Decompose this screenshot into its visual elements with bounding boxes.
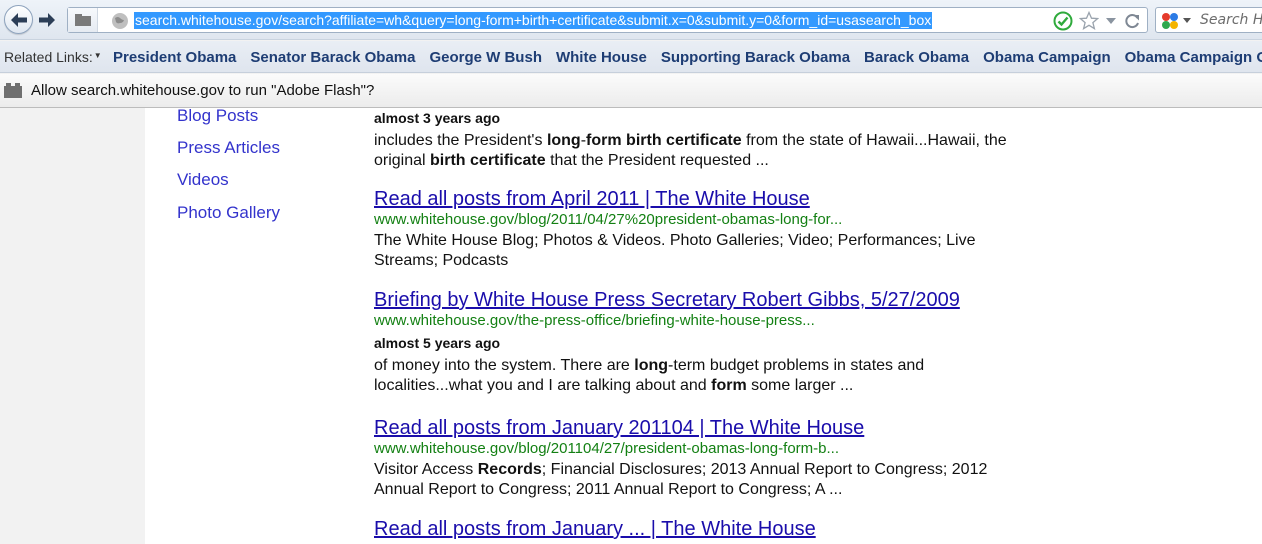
reload-icon[interactable] [1123, 11, 1141, 31]
result-snippet: The White House Blog; Photos & Videos. P… [374, 232, 976, 269]
sidebar-item-press-articles[interactable]: Press Articles [177, 138, 280, 158]
related-link-obama-campaign[interactable]: Obama Campaign [983, 49, 1111, 66]
star-icon[interactable] [1079, 11, 1099, 31]
snippet-keyword: form [586, 132, 622, 149]
result-snippet: includes the President's long-form birth… [374, 132, 1007, 169]
search-placeholder[interactable]: Search He [1200, 12, 1262, 28]
result-url[interactable]: www.whitehouse.gov/blog/201104/27/presid… [374, 440, 1024, 458]
snippet-keyword: long [634, 357, 669, 374]
result-snippet: of money into the system. There are long… [374, 357, 925, 394]
plugin-notification-bar: Allow search.whitehouse.gov to run "Adob… [0, 74, 1262, 108]
search-bar[interactable]: Search He [1155, 7, 1262, 33]
engine-dropdown-icon[interactable] [1183, 18, 1191, 23]
site-identity-icon [74, 14, 91, 26]
notification-text[interactable]: Allow search.whitehouse.gov to run "Adob… [31, 82, 374, 99]
related-link-president-obama[interactable]: President Obama [113, 49, 236, 66]
back-arrow-icon [10, 12, 27, 27]
result-title-link[interactable]: Read all posts from April 2011 | The Whi… [374, 187, 1024, 211]
url-text[interactable]: search.whitehouse.gov/search?affiliate=w… [134, 12, 933, 29]
related-link-obama-campaign-office[interactable]: Obama Campaign Office [1125, 49, 1262, 66]
result-url[interactable]: www.whitehouse.gov/blog/2011/04/27%20pre… [374, 211, 1024, 229]
result-url[interactable]: www.whitehouse.gov/the-press-office/brie… [374, 312, 1024, 330]
result-item: Read all posts from April 2011 | The Whi… [374, 187, 1024, 271]
navigation-toolbar: search.whitehouse.gov/search?affiliate=w… [0, 0, 1262, 40]
search-engine-icon[interactable] [1161, 12, 1179, 30]
back-button[interactable] [4, 5, 33, 34]
result-item: almost 3 years ago includes the Presiden… [374, 109, 1024, 171]
forward-arrow-icon [39, 13, 55, 27]
check-circle-icon[interactable] [1053, 11, 1073, 31]
snippet-keyword: Records [477, 461, 542, 478]
result-item: Read all posts from January 201104 | The… [374, 416, 1024, 500]
related-link-white-house[interactable]: White House [556, 49, 647, 66]
site-identity-button[interactable] [68, 8, 98, 32]
related-link-george-w-bush[interactable]: George W Bush [429, 49, 542, 66]
related-link-senator-barack-obama[interactable]: Senator Barack Obama [250, 49, 415, 66]
globe-icon [112, 13, 128, 29]
result-title-link[interactable]: Read all posts from January 201104 | The… [374, 416, 1024, 440]
result-title-link[interactable]: Read all posts from January ... | The Wh… [374, 517, 1024, 541]
result-date: almost 5 years ago [374, 335, 501, 351]
result-snippet: Visitor Access Records; Financial Disclo… [374, 461, 988, 498]
sidebar-item-blog-posts[interactable]: Blog Posts [177, 108, 258, 126]
forward-button[interactable] [34, 9, 60, 31]
result-date: almost 3 years ago [374, 110, 501, 126]
snippet-keyword: birth certificate [430, 152, 546, 169]
snippet-keyword: long [546, 132, 581, 149]
related-links-menu[interactable]: Related Links:▼ [4, 49, 102, 65]
result-item: Briefing by White House Press Secretary … [374, 288, 1024, 396]
related-links-list: President Obama Senator Barack Obama Geo… [113, 49, 1262, 66]
related-link-barack-obama[interactable]: Barack Obama [864, 49, 969, 66]
plugin-icon [4, 83, 22, 98]
related-links-bar: Related Links:▼ President Obama Senator … [0, 41, 1262, 73]
snippet-keyword: form [711, 377, 747, 394]
snippet-keyword: birth certificate [626, 132, 742, 149]
sidebar-item-photo-gallery[interactable]: Photo Gallery [177, 203, 280, 223]
result-item: Read all posts from January ... | The Wh… [374, 517, 1024, 541]
sidebar-item-videos[interactable]: Videos [177, 170, 229, 190]
url-bar[interactable]: search.whitehouse.gov/search?affiliate=w… [67, 7, 1148, 33]
result-title-link[interactable]: Briefing by White House Press Secretary … [374, 288, 1024, 312]
related-link-supporting-barack-obama[interactable]: Supporting Barack Obama [661, 49, 850, 66]
dropdown-arrow-icon[interactable] [1105, 11, 1117, 31]
search-results-page: Blog Posts Press Articles Videos Photo G… [145, 108, 1262, 544]
caret-down-icon: ▼ [93, 51, 102, 60]
